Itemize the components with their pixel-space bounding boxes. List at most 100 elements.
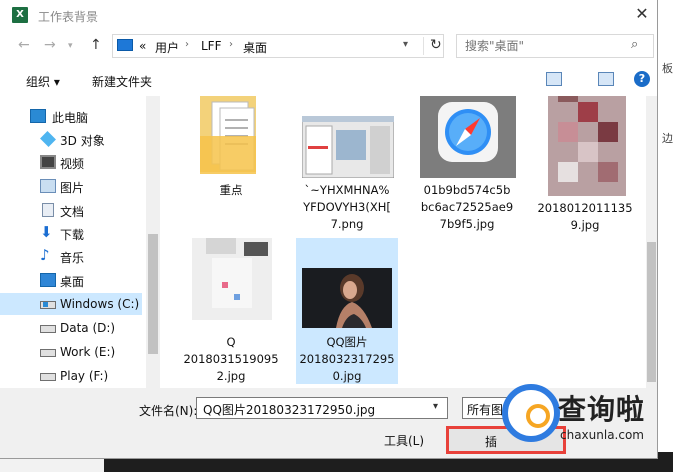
file-name-line: 7.png xyxy=(330,217,364,231)
forward-arrow-icon[interactable]: → xyxy=(44,37,56,53)
preview-pane-icon[interactable] xyxy=(598,72,614,86)
filename-input[interactable] xyxy=(201,400,425,418)
desktop-folder-icon xyxy=(117,39,133,51)
tree-item-data-d[interactable]: Data (D:) xyxy=(0,317,142,339)
file-name: 01b9bd574c5b bc6ac72525ae9 7b9f5.jpg xyxy=(416,182,518,233)
tree-item-label: 此电脑 xyxy=(52,111,89,125)
up-arrow-icon[interactable]: ↑ xyxy=(90,37,102,53)
safari-thumbnail xyxy=(420,96,516,178)
file-name-line: `~YHXMHNA% xyxy=(304,183,390,197)
photo-thumbnail xyxy=(302,268,392,328)
file-name-line: 7b9f5.jpg xyxy=(439,217,495,231)
drive-icon xyxy=(40,325,56,333)
documents-icon xyxy=(42,203,54,217)
filename-label: 文件名(N): xyxy=(139,404,198,418)
new-folder-button[interactable]: 新建文件夹 xyxy=(92,73,152,90)
file-name: 2018012011135 9.jpg xyxy=(534,200,636,234)
file-item-blurred-2[interactable]: Q 2018031519095 2.jpg xyxy=(180,238,282,386)
breadcrumb-users[interactable]: 用户 xyxy=(155,39,179,56)
tree-item-label: 图片 xyxy=(60,181,85,195)
chevron-right-icon[interactable]: › xyxy=(229,39,233,50)
file-name-line: 2018032317295 xyxy=(299,352,395,366)
chevron-right-icon[interactable]: › xyxy=(185,39,189,50)
file-name: Q 2018031519095 2.jpg xyxy=(180,334,282,385)
file-name-line: 2018031519095 xyxy=(183,352,279,366)
screenshot-thumbnail xyxy=(302,116,394,178)
tree-item-label: 下载 xyxy=(60,228,85,242)
watermark-text: 查询啦 xyxy=(558,393,646,426)
breadcrumb-lff[interactable]: LFF xyxy=(201,39,222,53)
tree-item-this-pc[interactable]: 此电脑 xyxy=(0,105,142,127)
file-name-line: 0.jpg xyxy=(332,369,362,383)
file-item-selected-photo[interactable]: QQ图片 2018032317295 0.jpg xyxy=(296,238,398,384)
tree-item-videos[interactable]: 视频 xyxy=(0,151,142,173)
refresh-icon[interactable]: ↻ xyxy=(423,37,442,55)
windows-drive-icon xyxy=(40,301,56,309)
recent-dropdown-icon[interactable]: ▾ xyxy=(68,41,73,51)
navigation-scrollbar[interactable] xyxy=(146,96,160,388)
breadcrumb-overflow[interactable]: « xyxy=(139,39,146,53)
pictures-icon xyxy=(40,179,56,193)
organize-menu[interactable]: 组织 ▾ xyxy=(26,73,60,90)
tree-item-windows-c[interactable]: Windows (C:) xyxy=(0,293,142,315)
watermark-logo: 查询啦 chaxunla.com xyxy=(496,380,660,454)
tree-item-3d-objects[interactable]: 3D 对象 xyxy=(0,128,142,150)
search-input[interactable] xyxy=(463,37,627,55)
file-list-scrollbar[interactable] xyxy=(646,96,657,388)
excel-icon: X xyxy=(12,7,28,23)
blurred-thumbnail xyxy=(548,96,626,196)
tree-item-pictures[interactable]: 图片 xyxy=(0,175,142,197)
navigation-pane: 此电脑 3D 对象 视频 图片 文档 ⬇ 下载 ♪ 音乐 桌面 Windows … xyxy=(0,96,146,388)
file-name-line: 9.jpg xyxy=(570,218,600,232)
chevron-down-icon[interactable]: ▾ xyxy=(433,401,438,412)
music-icon: ♪ xyxy=(40,246,50,264)
folder-icon xyxy=(200,96,256,174)
file-name-line: YFDOVYH3(XH[ xyxy=(303,200,391,214)
tree-item-work-e[interactable]: Work (E:) xyxy=(0,341,142,363)
file-item-blurred-1[interactable]: 2018012011135 9.jpg xyxy=(534,96,636,236)
tree-item-downloads[interactable]: ⬇ 下载 xyxy=(0,222,142,244)
file-name-line: 01b9bd574c5b xyxy=(423,183,511,197)
chevron-down-icon[interactable]: ▾ xyxy=(403,39,408,50)
download-icon: ⬇ xyxy=(40,223,53,241)
file-list: 重点 `~YHXMHNA% YFDOVYH3(XH[ 7.png 01b9bd5… xyxy=(160,96,646,388)
file-name-line: 重点 xyxy=(219,183,243,197)
3d-objects-icon xyxy=(40,131,56,147)
tools-menu[interactable]: 工具(L) xyxy=(384,432,424,449)
search-box[interactable]: ⌕ xyxy=(456,34,654,58)
magnifier-logo-icon xyxy=(502,384,560,442)
toolbar: 组织 ▾ 新建文件夹 ? xyxy=(0,66,657,96)
blurred-thumbnail xyxy=(192,238,272,320)
tree-item-label: 视频 xyxy=(60,157,85,171)
tree-item-music[interactable]: ♪ 音乐 xyxy=(0,245,142,267)
file-name-line: 2.jpg xyxy=(216,369,246,383)
watermark-url: chaxunla.com xyxy=(560,428,644,442)
tree-item-label: 桌面 xyxy=(60,275,85,289)
tree-item-label: Data (D:) xyxy=(60,321,116,335)
breadcrumb-desktop[interactable]: 桌面 xyxy=(243,39,267,56)
file-name: `~YHXMHNA% YFDOVYH3(XH[ 7.png xyxy=(296,182,398,233)
tree-item-label: Work (E:) xyxy=(60,345,116,359)
drive-icon xyxy=(40,373,56,381)
search-icon[interactable]: ⌕ xyxy=(631,37,638,52)
file-item-safari[interactable]: 01b9bd574c5b bc6ac72525ae9 7b9f5.jpg xyxy=(416,96,518,236)
tree-item-desktop[interactable]: 桌面 xyxy=(0,269,142,291)
tree-item-documents[interactable]: 文档 xyxy=(0,199,142,221)
file-item-folder[interactable]: 重点 xyxy=(180,96,282,206)
file-item-screenshot[interactable]: `~YHXMHNA% YFDOVYH3(XH[ 7.png xyxy=(296,96,398,236)
tree-item-play-f[interactable]: Play (F:) xyxy=(0,365,142,387)
drive-icon xyxy=(40,349,56,357)
close-button[interactable]: ✕ xyxy=(630,4,654,24)
video-icon xyxy=(40,155,56,169)
back-arrow-icon[interactable]: ← xyxy=(18,37,30,53)
filename-field[interactable]: ▾ xyxy=(196,397,448,419)
scrollbar-thumb[interactable] xyxy=(148,234,158,354)
file-name-line: bc6ac72525ae9 xyxy=(420,200,514,214)
address-bar[interactable]: « 用户 › LFF › 桌面 ▾ ↻ xyxy=(112,34,444,58)
title-bar: X 工作表背景 ✕ xyxy=(0,0,657,30)
tree-item-label: 文档 xyxy=(60,205,85,219)
navigation-row: ← → ▾ ↑ « 用户 › LFF › 桌面 ▾ ↻ ⌕ xyxy=(0,32,657,60)
scrollbar-thumb[interactable] xyxy=(647,242,656,382)
help-icon[interactable]: ? xyxy=(634,71,650,87)
view-options-icon[interactable] xyxy=(546,72,562,86)
